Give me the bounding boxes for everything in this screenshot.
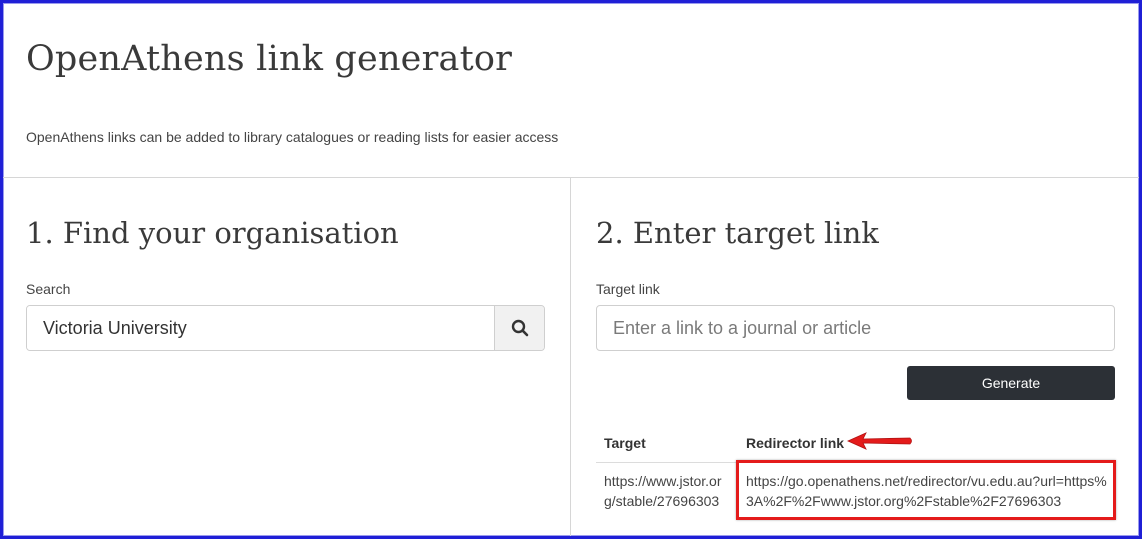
table-row: https://www.jstor.org/stable/27696303 ht… <box>596 462 1115 519</box>
target-cell: https://www.jstor.org/stable/27696303 <box>604 472 722 509</box>
target-link-input[interactable] <box>596 305 1115 351</box>
page-title: OpenAthens link generator <box>26 39 513 79</box>
find-organisation-heading: 1. Find your organisation <box>26 216 399 250</box>
page-subtitle: OpenAthens links can be added to library… <box>26 129 559 145</box>
search-icon <box>511 319 528 337</box>
results-header-row: Target Redirector link <box>596 424 1115 463</box>
redirector-link-cell[interactable]: https://go.openathens.net/redirector/vu.… <box>738 462 1115 519</box>
organisation-search <box>26 305 545 351</box>
column-header-redirector: Redirector link <box>738 424 1115 463</box>
organisation-search-input[interactable] <box>27 306 494 350</box>
results-table: Target Redirector link https://www.jstor… <box>596 424 1115 519</box>
column-divider <box>570 178 571 536</box>
generate-button[interactable]: Generate <box>907 366 1115 400</box>
search-button[interactable] <box>494 306 544 350</box>
target-link-label: Target link <box>596 281 660 297</box>
search-label: Search <box>26 281 71 297</box>
enter-target-heading: 2. Enter target link <box>596 216 879 250</box>
column-header-target: Target <box>596 424 738 463</box>
page-header: OpenAthens link generator OpenAthens lin… <box>3 3 1139 178</box>
